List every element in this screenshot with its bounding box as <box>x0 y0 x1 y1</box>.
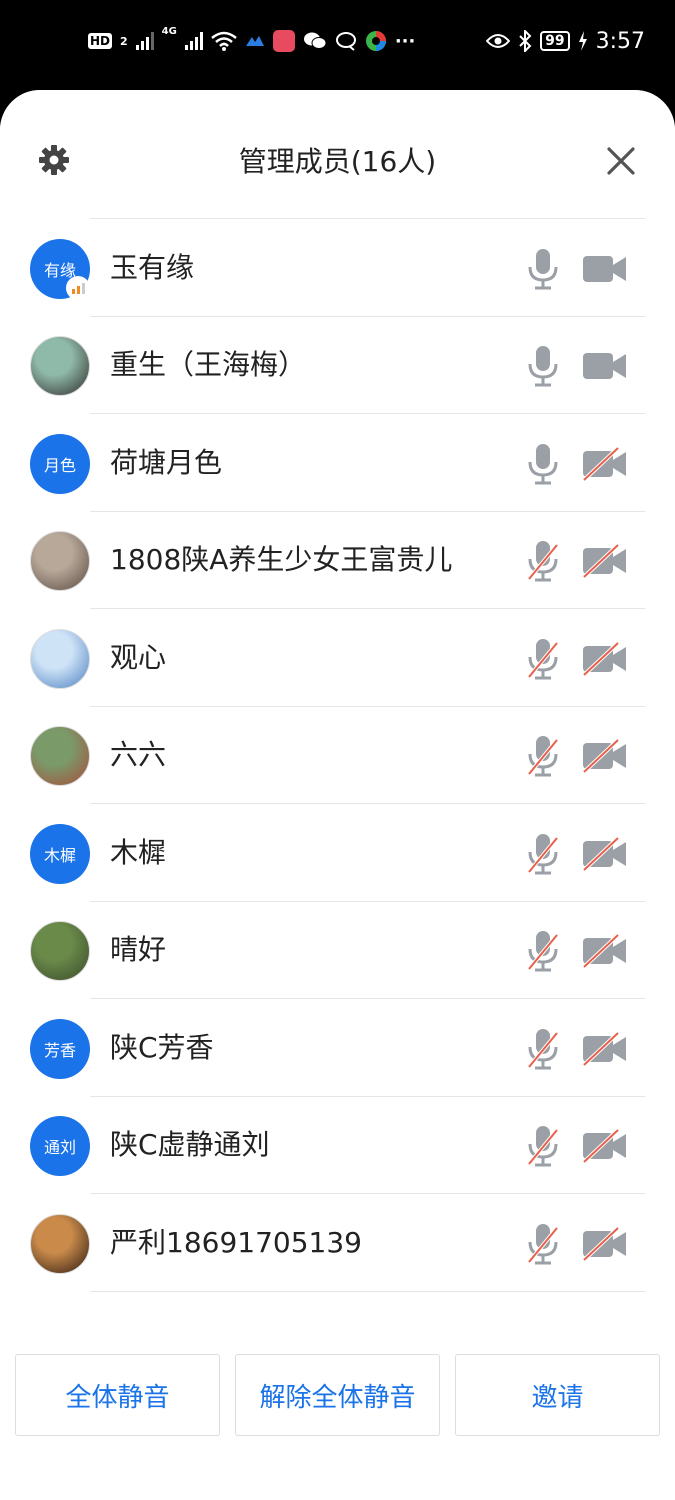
camera-icon[interactable] <box>582 252 628 286</box>
battery-indicator: 99 <box>540 31 570 51</box>
signal-icon-2 <box>184 32 203 50</box>
unmute-all-button[interactable]: 解除全体静音 <box>235 1354 440 1436</box>
avatar <box>30 628 90 689</box>
member-row[interactable]: 有缘 玉有缘 <box>0 220 675 317</box>
avatar: 月色 <box>30 433 90 494</box>
camera-off-icon[interactable] <box>582 739 628 773</box>
avatar-initials: 木樨 <box>43 845 76 865</box>
clock: 3:57 <box>595 28 645 54</box>
bluetooth-icon <box>519 30 532 52</box>
camera-off-icon[interactable] <box>582 836 628 871</box>
avatar: 芳香 <box>30 1018 90 1079</box>
avatar <box>30 726 90 786</box>
close-icon[interactable] <box>602 142 640 180</box>
camera-off-icon[interactable] <box>582 1226 628 1261</box>
footer-actions: 全体静音 解除全体静音 邀请 <box>0 1320 675 1500</box>
app-icon-book <box>272 30 295 52</box>
mute-all-button[interactable]: 全体静音 <box>15 1354 220 1436</box>
camera-off-icon[interactable] <box>582 641 628 676</box>
member-row[interactable]: 观心 <box>0 610 675 707</box>
mic-muted-icon[interactable] <box>525 832 561 876</box>
status-right: 99 3:57 <box>486 26 645 56</box>
member-row[interactable]: 重生（王海梅） <box>0 317 675 414</box>
member-row[interactable]: 严利18691705139 <box>0 1195 675 1292</box>
invite-button[interactable]: 邀请 <box>455 1354 660 1436</box>
hd-sub: 2 <box>120 34 128 48</box>
member-list[interactable]: 阮伯井 有缘玉有缘 重生（王海梅） <box>0 186 675 1320</box>
mic-muted-icon[interactable] <box>525 539 561 583</box>
member-row[interactable]: 通刘 陕C虚静通刘 <box>0 1097 675 1194</box>
mic-muted-icon[interactable] <box>525 1124 561 1168</box>
row-divider <box>90 1290 645 1292</box>
avatar-initials: 月色 <box>43 455 76 475</box>
member-row[interactable]: 月色 荷塘月色 <box>0 415 675 512</box>
avatar: 木樨 <box>30 823 90 884</box>
mic-muted-icon[interactable] <box>525 734 561 778</box>
member-row[interactable]: 晴好 <box>0 902 675 999</box>
member-name: 玉有缘 <box>110 250 195 284</box>
wifi-icon <box>211 31 237 51</box>
member-name: 荷塘月色 <box>110 445 223 479</box>
member-name: 1808陕A养生少女王富贵儿 <box>110 543 453 576</box>
member-row[interactable]: 六六 <box>0 707 675 804</box>
signal-icon-1 <box>135 32 154 50</box>
wechat-icon <box>303 32 327 49</box>
mic-muted-icon[interactable] <box>525 637 561 681</box>
camera-off-icon[interactable] <box>582 446 628 481</box>
charging-icon <box>578 31 587 51</box>
status-bar: HD 2 4G ··· 99 3:57 <box>0 0 675 90</box>
mic-muted-icon[interactable] <box>525 929 561 973</box>
chat-icon <box>335 32 356 51</box>
member-name: 严利18691705139 <box>110 1225 362 1259</box>
avatar-initials: 通刘 <box>43 1138 76 1157</box>
page-title: 管理成员(16人) <box>238 145 437 178</box>
camera-off-icon[interactable] <box>582 1031 628 1066</box>
member-name: 六六 <box>110 738 167 771</box>
mic-icon[interactable] <box>525 247 561 291</box>
camera-off-icon[interactable] <box>582 1129 628 1163</box>
avatar <box>30 336 90 396</box>
member-row[interactable]: 木樨 木樨 <box>0 805 675 902</box>
manage-members-sheet: 管理成员(16人) 阮伯井 有缘玉有缘 重生（王海梅） <box>0 90 675 1500</box>
camera-icon[interactable] <box>582 349 628 383</box>
member-name: 观心 <box>110 640 167 674</box>
more-notifications: ··· <box>394 30 416 52</box>
avatar <box>30 921 90 981</box>
member-name: 木樨 <box>110 835 167 869</box>
avatar: 通刘 <box>30 1116 90 1176</box>
mic-muted-icon[interactable] <box>525 1027 561 1071</box>
app-icon-color <box>365 31 386 51</box>
member-row[interactable]: 1808陕A养生少女王富贵儿 <box>0 512 675 609</box>
member-row[interactable]: 芳香 陕C芳香 <box>0 1000 675 1097</box>
network-type: 4G <box>161 26 177 37</box>
avatar-initials: 芳香 <box>43 1040 76 1060</box>
hd-badge: HD <box>88 33 113 49</box>
member-name: 晴好 <box>110 933 167 966</box>
mic-icon[interactable] <box>525 442 561 486</box>
camera-off-icon[interactable] <box>582 934 628 968</box>
mic-icon[interactable] <box>525 344 561 388</box>
avatar <box>30 1213 90 1274</box>
camera-off-icon[interactable] <box>582 544 628 578</box>
status-left: HD 2 4G ··· <box>88 26 415 56</box>
app-icon-bird <box>245 36 264 46</box>
member-name: 陕C芳香 <box>110 1030 214 1064</box>
speaking-signal-icon <box>66 275 90 300</box>
sheet-header: 管理成员(16人) <box>0 90 675 215</box>
eye-icon <box>486 34 511 48</box>
mic-muted-icon[interactable] <box>525 1222 561 1266</box>
member-name: 重生（王海梅） <box>110 348 307 381</box>
member-name: 陕C虚静通刘 <box>110 1128 270 1161</box>
avatar <box>30 531 90 591</box>
